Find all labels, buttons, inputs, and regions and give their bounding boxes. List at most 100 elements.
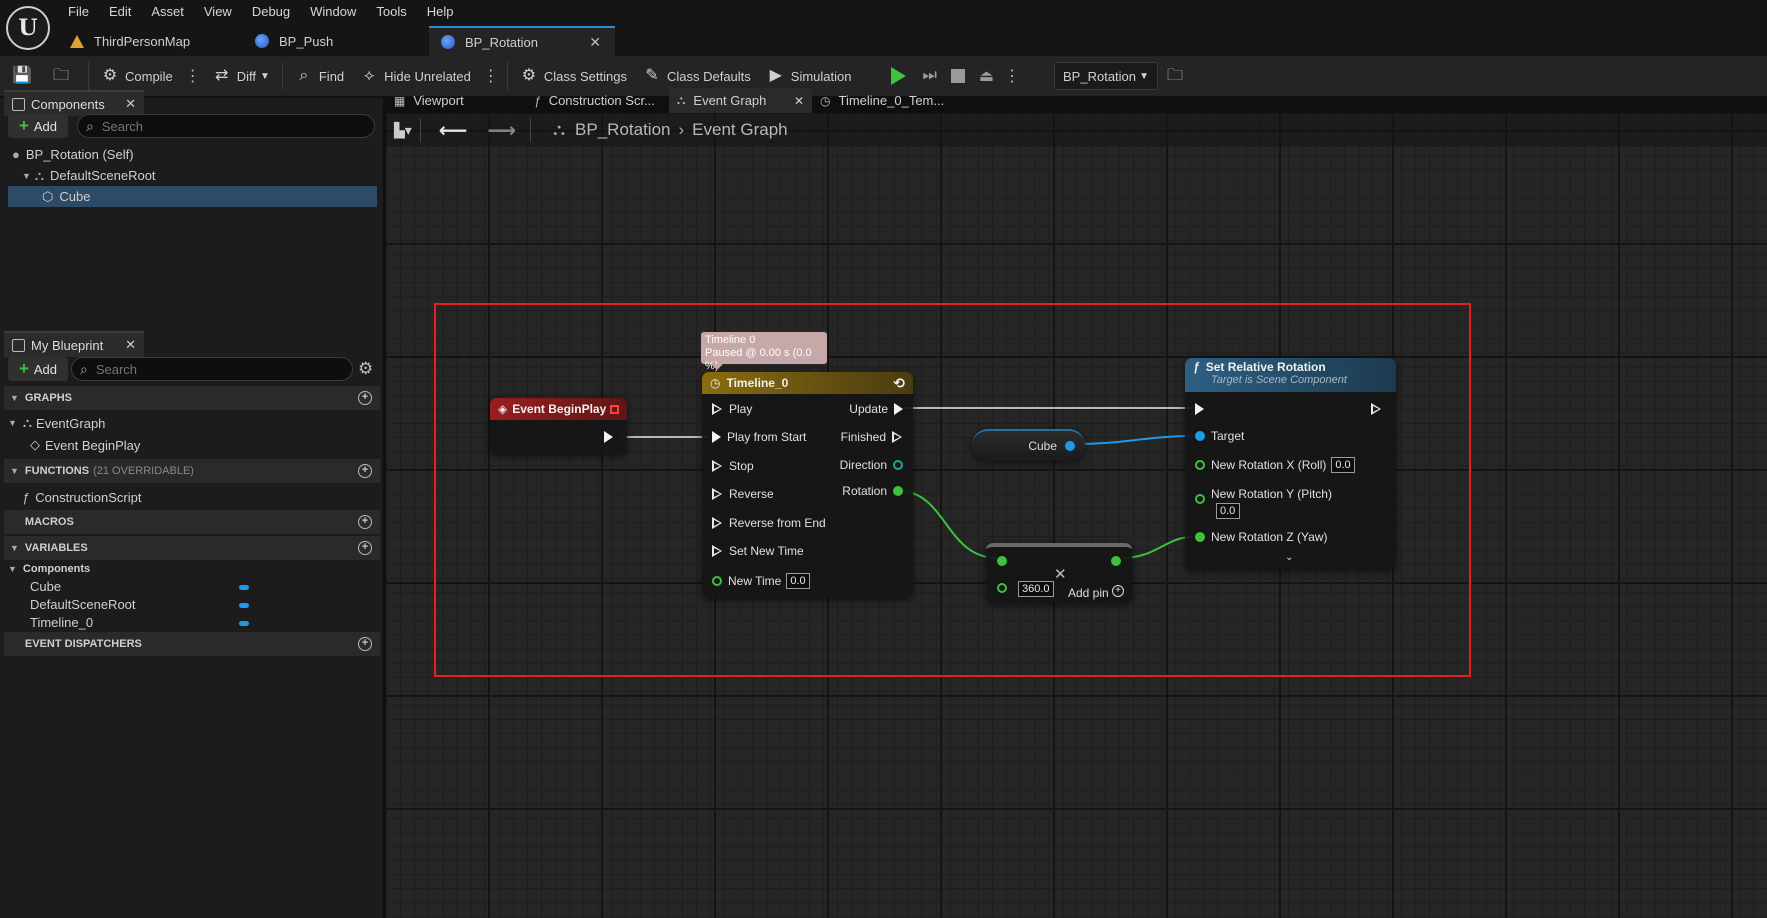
section-macros[interactable]: ▼ MACROS + <box>4 510 380 534</box>
delegate-pin-icon[interactable] <box>610 404 619 414</box>
menu-edit[interactable]: Edit <box>99 2 141 24</box>
pin-direction[interactable]: Direction <box>840 458 903 472</box>
pin-play-from-start[interactable]: Play from Start <box>712 430 806 444</box>
pin-stop[interactable]: Stop <box>712 459 754 473</box>
tab-viewport[interactable]: ▦ Viewport <box>386 88 526 113</box>
exec-out-pin[interactable] <box>1371 403 1382 415</box>
float-in-pin-icon[interactable] <box>997 556 1007 566</box>
components-add-button[interactable]: + Add <box>8 114 68 138</box>
pin-rotation-x[interactable]: New Rotation X (Roll) 0.0 <box>1195 457 1355 473</box>
new-time-value-field[interactable]: 0.0 <box>786 573 810 589</box>
breadcrumb-graph[interactable]: Event Graph <box>692 120 787 140</box>
pin-rotation[interactable]: Rotation <box>842 484 903 498</box>
node-math-add[interactable]: 360.0 ✕ Add pin + <box>986 543 1132 603</box>
pin-play[interactable]: Play <box>712 402 752 416</box>
add-pin-label[interactable]: Add pin <box>1068 586 1109 600</box>
variable-item[interactable]: DefaultSceneRoot <box>30 595 260 613</box>
save-button[interactable]: 💾 <box>0 61 44 91</box>
menu-tools[interactable]: Tools <box>366 2 416 24</box>
pin-rotation-y[interactable]: New Rotation Y (Pitch) 0.0 <box>1195 487 1332 519</box>
close-icon[interactable]: ✕ <box>125 337 136 353</box>
menu-view[interactable]: View <box>194 2 242 24</box>
menu-asset[interactable]: Asset <box>141 2 194 24</box>
my-blueprint-search[interactable]: ⌕ <box>71 357 353 381</box>
my-blueprint-add-button[interactable]: + Add <box>8 357 68 381</box>
add-dispatcher-icon[interactable]: + <box>358 637 372 651</box>
event-item-beginplay[interactable]: ◇ Event BeginPlay <box>30 436 140 454</box>
add-function-icon[interactable]: + <box>358 464 372 478</box>
eject-icon[interactable]: ⏏ <box>979 66 994 86</box>
add-macro-icon[interactable]: + <box>358 515 372 529</box>
pin-target[interactable]: Target <box>1195 429 1244 443</box>
back-arrow-icon[interactable]: ⟵ <box>439 118 468 143</box>
variable-item[interactable]: Cube <box>30 577 260 595</box>
compile-options-icon[interactable]: ⋮ <box>181 66 205 86</box>
variable-group-components[interactable]: ▼ Components <box>8 560 90 578</box>
section-event-dispatchers[interactable]: ▼ EVENT DISPATCHERS + <box>4 632 380 656</box>
class-defaults-button[interactable]: ✎ Class Defaults <box>635 61 759 91</box>
bookmark-icon[interactable]: ▙▾ <box>394 122 412 139</box>
close-icon[interactable]: ✕ <box>589 34 601 51</box>
breadcrumb-blueprint[interactable]: BP_Rotation <box>575 120 670 140</box>
object-out-pin-icon[interactable] <box>1065 441 1075 451</box>
pin-rotation-z[interactable]: New Rotation Z (Yaw) <box>1195 530 1327 544</box>
menu-file[interactable]: File <box>58 2 99 24</box>
menu-help[interactable]: Help <box>417 2 464 24</box>
step-icon[interactable]: ⏭ <box>922 67 936 85</box>
class-settings-button[interactable]: ⚙ Class Settings <box>512 61 635 91</box>
component-self[interactable]: ● BP_Rotation (Self) <box>8 144 377 165</box>
graph-item-eventgraph[interactable]: ▼ ⛬ EventGraph <box>8 414 105 432</box>
settings-gear-icon[interactable]: ⚙ <box>358 359 373 379</box>
diff-button[interactable]: ⇄ Diff ▼ <box>205 61 278 91</box>
compile-button[interactable]: ⚙ Compile <box>93 61 181 91</box>
component-default-scene-root[interactable]: ▼ ⛬ DefaultSceneRoot <box>8 165 377 186</box>
expand-chevron-icon[interactable]: ⌄ <box>1285 552 1293 563</box>
close-icon[interactable]: ✕ <box>794 94 804 108</box>
menu-debug[interactable]: Debug <box>242 2 300 24</box>
menu-window[interactable]: Window <box>300 2 366 24</box>
close-icon[interactable]: ✕ <box>125 96 136 112</box>
hide-unrelated-button[interactable]: ⟡ Hide Unrelated <box>352 61 479 91</box>
pin-reverse-from-end[interactable]: Reverse from End <box>712 516 826 530</box>
node-cube-reference[interactable]: Cube <box>972 429 1085 461</box>
add-pin-icon[interactable]: + <box>1112 585 1124 597</box>
forward-arrow-icon[interactable]: ⟶ <box>487 118 516 143</box>
components-tab[interactable]: Components ✕ <box>4 90 144 116</box>
play-options-icon[interactable]: ⋮ <box>1000 66 1024 86</box>
add-value-field[interactable]: 360.0 <box>1018 581 1054 597</box>
doc-tab-bp-push[interactable]: BP_Push <box>243 26 383 56</box>
function-item-construction-script[interactable]: ƒ ConstructionScript <box>22 488 141 506</box>
my-blueprint-tab[interactable]: My Blueprint ✕ <box>4 331 144 357</box>
unreal-logo-icon[interactable]: U <box>6 6 50 50</box>
debug-object-select[interactable]: BP_Rotation ▼ <box>1054 62 1159 90</box>
node-set-relative-rotation[interactable]: ƒ Set Relative Rotation Target is Scene C… <box>1185 358 1396 570</box>
section-variables[interactable]: ▼ VARIABLES + <box>4 536 380 560</box>
rotation-y-field[interactable]: 0.0 <box>1216 503 1240 519</box>
tab-timeline[interactable]: ◷ Timeline_0_Tem... <box>812 88 944 113</box>
event-graph-canvas[interactable] <box>386 113 1767 918</box>
pin-set-new-time[interactable]: Set New Time <box>712 544 804 558</box>
exec-out-pin[interactable] <box>604 431 613 443</box>
node-event-beginplay[interactable]: ◈ Event BeginPlay <box>490 398 627 454</box>
float-in-pin-icon[interactable] <box>997 583 1007 593</box>
doc-tab-bp-rotation[interactable]: BP_Rotation ✕ <box>429 26 615 56</box>
browse-debug-button[interactable]: 🗀 <box>1158 61 1198 91</box>
section-graphs[interactable]: ▼ GRAPHS + <box>4 386 380 410</box>
tab-construction-script[interactable]: ƒ Construction Scr... <box>526 88 669 113</box>
add-variable-icon[interactable]: + <box>358 541 372 555</box>
more-options-icon[interactable]: ⋮ <box>479 66 503 86</box>
browse-button[interactable]: 🗀 <box>44 61 84 91</box>
pin-new-time[interactable]: New Time 0.0 <box>712 573 810 589</box>
find-button[interactable]: ⌕ Find <box>287 61 352 91</box>
exec-in-pin[interactable] <box>1195 403 1204 415</box>
play-icon[interactable] <box>891 67 907 85</box>
float-out-pin-icon[interactable] <box>1111 556 1121 566</box>
section-functions[interactable]: ▼ FUNCTIONS (21 OVERRIDABLE) + <box>4 459 380 483</box>
simulation-button[interactable]: ▶ Simulation <box>759 61 860 91</box>
pin-finished[interactable]: Finished <box>841 430 903 444</box>
pin-update[interactable]: Update <box>849 402 903 416</box>
variable-item[interactable]: Timeline_0 <box>30 613 260 631</box>
components-search[interactable]: ⌕ <box>77 114 375 138</box>
components-search-input[interactable] <box>101 118 333 134</box>
component-cube[interactable]: ⬡ Cube <box>8 186 377 207</box>
